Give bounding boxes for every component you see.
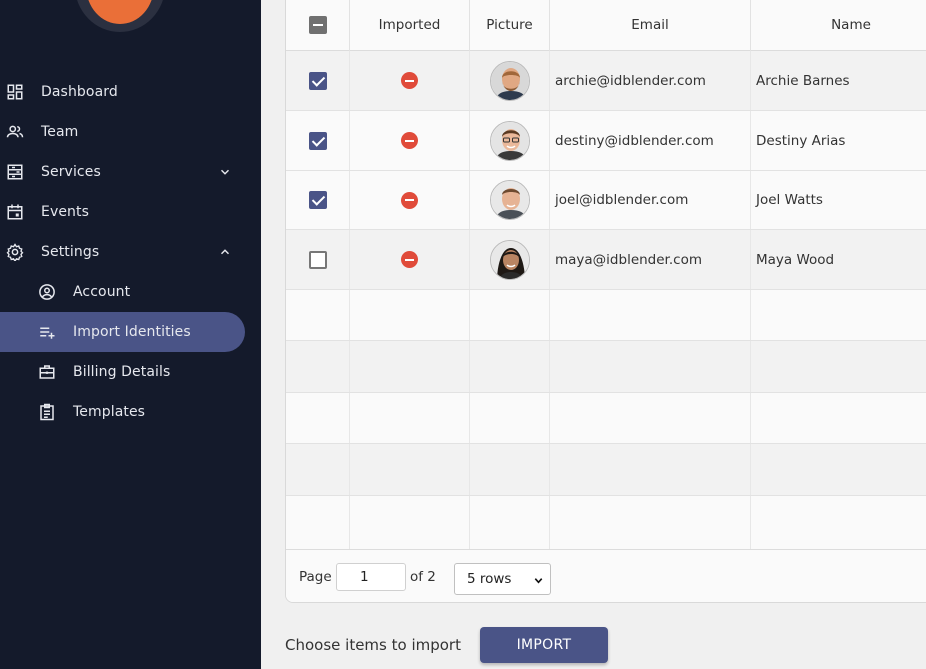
imported-cell — [350, 171, 470, 229]
table-row[interactable]: destiny@idblender.com Destiny Arias — [286, 111, 926, 171]
empty-row — [286, 444, 926, 496]
empty-row — [286, 496, 926, 549]
chevron-down-icon[interactable] — [218, 165, 232, 179]
identities-table: Imported Picture Email Name archie@idble… — [285, 0, 926, 603]
empty-row — [286, 393, 926, 444]
empty-row — [286, 290, 926, 341]
sidebar-item-settings[interactable]: Settings — [0, 232, 261, 272]
sidebar-item-import-identities[interactable]: Import Identities — [0, 312, 245, 352]
picture-cell — [470, 230, 550, 289]
rows-per-page-value: 5 rows — [467, 571, 512, 587]
briefcase-icon — [39, 365, 55, 379]
sidebar-item-label: Billing Details — [73, 364, 171, 380]
header-email[interactable]: Email — [550, 0, 751, 51]
row-select-cell — [286, 171, 350, 229]
sidebar-item-events[interactable]: Events — [0, 192, 261, 232]
sidebar-item-templates[interactable]: Templates — [0, 392, 261, 432]
account-icon — [39, 284, 55, 300]
sidebar-item-label: Team — [41, 124, 79, 140]
row-select-cell — [286, 111, 350, 170]
sidebar: Dashboard Team Services Events Settings … — [0, 0, 261, 669]
row-checkbox[interactable] — [308, 131, 327, 150]
page-label: Page — [299, 569, 332, 585]
sidebar-item-label: Services — [41, 164, 101, 180]
table-row[interactable]: joel@idblender.com Joel Watts — [286, 171, 926, 230]
email-cell: destiny@idblender.com — [550, 111, 751, 170]
name-cell: Maya Wood — [751, 230, 926, 289]
email-cell: joel@idblender.com — [550, 171, 751, 229]
email-cell: maya@idblender.com — [550, 230, 751, 289]
sidebar-item-dashboard[interactable]: Dashboard — [0, 72, 261, 112]
header-select-cell — [286, 0, 350, 51]
imported-cell — [350, 51, 470, 110]
table-header: Imported Picture Email Name — [286, 0, 926, 51]
chevron-down-icon — [534, 578, 543, 584]
empty-row — [286, 341, 926, 393]
imported-cell — [350, 111, 470, 170]
minus-circle-icon — [401, 191, 418, 209]
sidebar-item-label: Import Identities — [73, 324, 191, 340]
sidebar-item-label: Templates — [73, 404, 146, 420]
picture-cell — [470, 51, 550, 110]
clipboard-icon — [40, 403, 54, 421]
sidebar-item-label: Events — [41, 204, 90, 220]
table-row[interactable]: maya@idblender.com Maya Wood — [286, 230, 926, 290]
sidebar-item-services[interactable]: Services — [0, 152, 261, 192]
choose-items-label: Choose items to import — [285, 636, 461, 654]
picture-cell — [470, 111, 550, 170]
row-checkbox[interactable] — [308, 71, 327, 90]
select-all-checkbox[interactable] — [308, 16, 327, 34]
table-row[interactable]: archie@idblender.com Archie Barnes — [286, 51, 926, 111]
playlist-add-icon — [40, 327, 55, 339]
email-cell: archie@idblender.com — [550, 51, 751, 110]
minus-circle-icon — [401, 251, 418, 268]
page-of-label: of 2 — [410, 569, 436, 585]
row-checkbox[interactable] — [308, 191, 327, 209]
man-avatar — [489, 180, 530, 220]
man-bearded-avatar — [489, 60, 530, 101]
rows-per-page-select[interactable]: 5 rows — [454, 563, 551, 595]
settings-icon — [6, 243, 24, 261]
name-cell: Archie Barnes — [751, 51, 926, 110]
minus-circle-icon — [401, 72, 418, 89]
header-picture[interactable]: Picture — [470, 0, 550, 51]
name-cell: Joel Watts — [751, 171, 926, 229]
import-button[interactable]: IMPORT — [480, 627, 608, 663]
sidebar-item-label: Dashboard — [41, 84, 118, 100]
woman-avatar — [489, 239, 530, 280]
row-checkbox[interactable] — [308, 250, 327, 269]
sidebar-item-billing-details[interactable]: Billing Details — [0, 352, 261, 392]
name-cell: Destiny Arias — [751, 111, 926, 170]
row-select-cell — [286, 51, 350, 110]
team-icon — [6, 125, 24, 138]
minus-circle-icon — [401, 132, 418, 149]
picture-cell — [470, 171, 550, 229]
sidebar-item-account[interactable]: Account — [0, 272, 261, 312]
services-icon — [7, 164, 23, 180]
imported-cell — [350, 230, 470, 289]
events-icon — [7, 204, 23, 220]
row-select-cell — [286, 230, 350, 289]
dashboard-icon — [7, 84, 23, 100]
man-glasses-avatar — [489, 120, 530, 161]
header-imported[interactable]: Imported — [350, 0, 470, 51]
header-name[interactable]: Name — [751, 0, 926, 51]
sidebar-item-label: Settings — [41, 244, 100, 260]
chevron-up-icon[interactable] — [218, 245, 232, 259]
pagination: Page of 2 5 rows — [286, 549, 926, 602]
main-content: Imported Picture Email Name archie@idble… — [261, 0, 926, 669]
sidebar-item-team[interactable]: Team — [0, 112, 261, 152]
sidebar-item-label: Account — [73, 284, 131, 300]
page-number-input[interactable] — [336, 563, 406, 591]
